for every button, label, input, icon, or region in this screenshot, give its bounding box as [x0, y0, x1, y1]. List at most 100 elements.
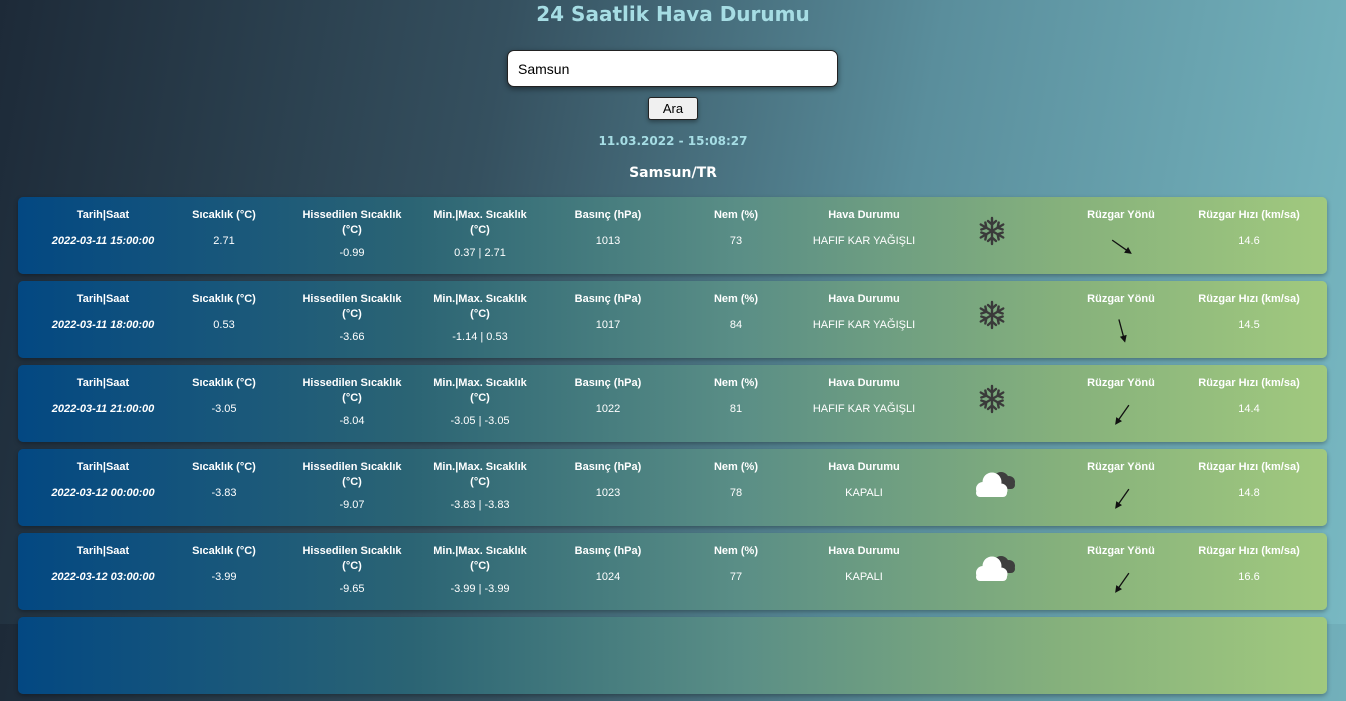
wind-direction-arrow-icon [1111, 239, 1132, 254]
humidity-column: Nem (%) 73 [696, 208, 776, 249]
condition-column: Hava Durumu HAFIF KAR YAĞIŞLI [798, 376, 930, 417]
cloud-icon [976, 472, 1015, 497]
wind-speed-header: Rüzgar Hızı (km/sa) [1198, 293, 1300, 305]
feels-header: Hissedilen Sıcaklık (°C) [302, 545, 402, 572]
feels-value: -9.65 [339, 583, 365, 595]
condition-column: Hava Durumu HAFIF KAR YAĞIŞLI [798, 292, 930, 333]
wind-dir-header: Rüzgar Yönü [1087, 461, 1155, 473]
wind-dir-header: Rüzgar Yönü [1087, 293, 1155, 305]
feels-value: -3.66 [339, 331, 365, 343]
temp-column: Sıcaklık (°C) 2.71 [179, 208, 269, 249]
feels-column: Hissedilen Sıcaklık (°C) -9.65 [300, 544, 404, 597]
pressure-column: Basınç (hPa) 1024 [558, 544, 658, 585]
pressure-column: Basınç (hPa) 1017 [558, 292, 658, 333]
wind-speed-column: Rüzgar Hızı (km/sa) 16.6 [1188, 544, 1310, 585]
feels-header: Hissedilen Sıcaklık (°C) [302, 461, 402, 488]
condition-column: Hava Durumu HAFIF KAR YAĞIŞLI [798, 208, 930, 249]
minmax-value: -3.99 | -3.99 [450, 583, 510, 595]
temp-value: -3.83 [211, 487, 237, 499]
humidity-column: Nem (%) 84 [696, 292, 776, 333]
forecast-card: Tarih|Saat 2022-03-11 15:00:00 Sıcaklık … [18, 197, 1327, 274]
snowflake-icon [979, 216, 1005, 246]
minmax-column: Min.|Max. Sıcaklık (°C) -1.14 | 0.53 [430, 292, 530, 345]
temp-header: Sıcaklık (°C) [192, 545, 256, 557]
wind-speed-value: 14.5 [1238, 319, 1260, 331]
pressure-value: 1022 [595, 403, 621, 415]
pressure-header: Basınç (hPa) [574, 545, 642, 557]
wind-speed-column: Rüzgar Hızı (km/sa) 14.6 [1188, 208, 1310, 249]
date-header: Tarih|Saat [76, 293, 130, 305]
pressure-header: Basınç (hPa) [574, 209, 642, 221]
minmax-value: -1.14 | 0.53 [452, 331, 508, 343]
search-input[interactable] [507, 50, 838, 87]
minmax-column: Min.|Max. Sıcaklık (°C) 0.37 | 2.71 [430, 208, 530, 261]
condition-column: Hava Durumu KAPALI [798, 460, 930, 501]
wind-speed-column: Rüzgar Hızı (km/sa) 14.8 [1188, 460, 1310, 501]
date-column: Tarih|Saat 2022-03-12 03:00:00 [38, 544, 168, 585]
minmax-header: Min.|Max. Sıcaklık (°C) [433, 209, 527, 236]
search-button[interactable]: Ara [648, 97, 698, 120]
minmax-column: Min.|Max. Sıcaklık (°C) -3.83 | -3.83 [430, 460, 530, 513]
pressure-column: Basınç (hPa) 1022 [558, 376, 658, 417]
forecast-card: Tarih|Saat 2022-03-11 21:00:00 Sıcaklık … [18, 365, 1327, 442]
wind-dir-header: Rüzgar Yönü [1087, 545, 1155, 557]
wind-dir-column: Rüzgar Yönü [1071, 544, 1171, 559]
humidity-value: 84 [729, 319, 743, 331]
pressure-value: 1024 [595, 571, 621, 583]
wind-speed-header: Rüzgar Hızı (km/sa) [1198, 545, 1300, 557]
condition-column: Hava Durumu KAPALI [798, 544, 930, 585]
wind-direction-arrow-icon [1115, 404, 1130, 425]
pressure-value: 1017 [595, 319, 621, 331]
page-title: 24 Saatlik Hava Durumu [536, 2, 810, 26]
humidity-header: Nem (%) [713, 209, 758, 221]
feels-value: -8.04 [339, 415, 365, 427]
condition-header: Hava Durumu [828, 461, 900, 473]
pressure-column: Basınç (hPa) 1023 [558, 460, 658, 501]
minmax-column: Min.|Max. Sıcaklık (°C) -3.99 | -3.99 [430, 544, 530, 597]
temp-value: 2.71 [213, 235, 235, 247]
humidity-header: Nem (%) [713, 293, 758, 305]
forecast-datetime: 2022-03-12 00:00:00 [51, 487, 155, 499]
current-datetime: 11.03.2022 - 15:08:27 [598, 134, 748, 148]
wind-dir-column: Rüzgar Yönü [1071, 460, 1171, 475]
snowflake-icon [979, 300, 1005, 330]
forecast-list: Tarih|Saat 2022-03-11 15:00:00 Sıcaklık … [18, 197, 1327, 701]
condition-header: Hava Durumu [828, 545, 900, 557]
feels-header: Hissedilen Sıcaklık (°C) [302, 377, 402, 404]
condition-header: Hava Durumu [828, 293, 900, 305]
temp-column: Sıcaklık (°C) -3.05 [179, 376, 269, 417]
minmax-header: Min.|Max. Sıcaklık (°C) [433, 377, 527, 404]
pressure-value: 1013 [595, 235, 621, 247]
forecast-card-partial [18, 617, 1327, 694]
forecast-datetime: 2022-03-12 03:00:00 [51, 571, 155, 583]
feels-column: Hissedilen Sıcaklık (°C) -3.66 [300, 292, 404, 345]
humidity-header: Nem (%) [713, 461, 758, 473]
condition-header: Hava Durumu [828, 377, 900, 389]
condition-value: KAPALI [845, 571, 883, 583]
minmax-value: -3.83 | -3.83 [450, 499, 510, 511]
wind-dir-header: Rüzgar Yönü [1087, 209, 1155, 221]
wind-speed-header: Rüzgar Hızı (km/sa) [1198, 461, 1300, 473]
humidity-value: 73 [729, 235, 743, 247]
temp-value: -3.05 [211, 403, 237, 415]
humidity-column: Nem (%) 81 [696, 376, 776, 417]
wind-dir-column: Rüzgar Yönü [1071, 208, 1171, 223]
humidity-header: Nem (%) [713, 545, 758, 557]
wind-direction-arrow-icon [1118, 319, 1127, 343]
wind-direction-arrow-icon [1115, 572, 1130, 593]
temp-column: Sıcaklık (°C) -3.99 [179, 544, 269, 585]
forecast-card: Tarih|Saat 2022-03-11 18:00:00 Sıcaklık … [18, 281, 1327, 358]
humidity-value: 77 [729, 571, 743, 583]
wind-speed-column: Rüzgar Hızı (km/sa) 14.4 [1188, 376, 1310, 417]
date-header: Tarih|Saat [76, 209, 130, 221]
feels-header: Hissedilen Sıcaklık (°C) [302, 209, 402, 236]
condition-value: KAPALI [845, 487, 883, 499]
temp-header: Sıcaklık (°C) [192, 461, 256, 473]
feels-column: Hissedilen Sıcaklık (°C) -9.07 [300, 460, 404, 513]
temp-column: Sıcaklık (°C) 0.53 [179, 292, 269, 333]
wind-speed-value: 16.6 [1238, 571, 1260, 583]
wind-speed-value: 14.8 [1238, 487, 1260, 499]
wind-speed-header: Rüzgar Hızı (km/sa) [1198, 209, 1300, 221]
pressure-value: 1023 [595, 487, 621, 499]
date-column: Tarih|Saat 2022-03-11 18:00:00 [38, 292, 168, 333]
